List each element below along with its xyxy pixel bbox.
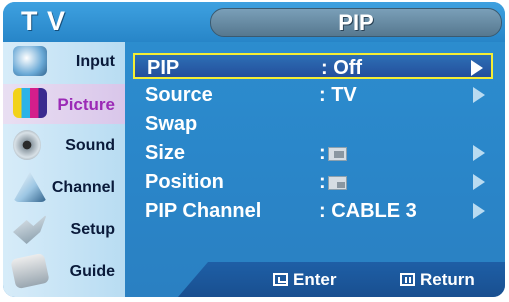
menu-row-label: Size <box>145 142 186 164</box>
menu-row-label: Swap <box>145 113 198 135</box>
menu-row-position[interactable]: Position : <box>133 169 493 195</box>
input-icon <box>13 46 47 76</box>
menu-row-size[interactable]: Size : <box>133 140 493 166</box>
footer-bar: Enter Return <box>3 262 505 297</box>
enter-icon <box>273 273 288 286</box>
menu-panel: PIP : Off Source : TV Swap Size : Positi… <box>125 42 505 297</box>
arrow-right-icon <box>473 174 485 190</box>
sidebar-item-label: Setup <box>70 221 115 238</box>
return-label: Return <box>420 270 475 289</box>
top-bar: T V PIP <box>3 2 505 42</box>
category-sidebar: Input Picture Sound Channel Setup Guide <box>3 42 125 297</box>
menu-row-label: Source <box>145 84 213 106</box>
enter-hint[interactable]: Enter <box>273 270 336 290</box>
menu-row-pip[interactable]: PIP : Off <box>133 53 493 79</box>
return-icon <box>400 273 415 286</box>
menu-row-source[interactable]: Source : TV <box>133 82 493 108</box>
size-thumbnail-icon <box>327 146 347 161</box>
tv-osd-screen: T V PIP Input Picture Sound Channel Setu… <box>0 0 509 302</box>
sidebar-item-input[interactable]: Input <box>3 42 125 82</box>
channel-icon <box>13 172 47 202</box>
menu-row-value: : <box>319 142 347 165</box>
picture-icon <box>13 88 47 118</box>
menu-row-value: : TV <box>319 84 357 106</box>
setup-icon <box>13 214 47 244</box>
menu-row-value: : Off <box>321 57 363 79</box>
menu-row-label: PIP Channel <box>145 200 262 222</box>
enter-label: Enter <box>293 270 337 289</box>
menu-row-label: PIP <box>147 57 180 79</box>
sidebar-item-label: Sound <box>65 137 115 154</box>
menu-row-swap[interactable]: Swap <box>133 111 493 137</box>
menu-row-pip-channel[interactable]: PIP Channel : CABLE 3 <box>133 198 493 224</box>
menu-row-value: : CABLE 3 <box>319 200 417 222</box>
position-thumbnail-icon <box>327 175 347 190</box>
sidebar-item-channel[interactable]: Channel <box>3 168 125 208</box>
sidebar-item-picture[interactable]: Picture <box>3 84 125 124</box>
sidebar-item-sound[interactable]: Sound <box>3 126 125 166</box>
sidebar-item-setup[interactable]: Setup <box>3 210 125 250</box>
menu-title-tab: PIP <box>210 8 502 37</box>
tv-label: T V <box>21 6 67 36</box>
sidebar-item-label: Input <box>75 53 115 70</box>
sidebar-item-label: Picture <box>57 95 115 114</box>
return-hint[interactable]: Return <box>400 270 475 290</box>
menu-row-label: Position <box>145 171 224 193</box>
osd-frame: T V PIP Input Picture Sound Channel Setu… <box>3 2 505 297</box>
arrow-right-icon <box>471 60 483 76</box>
menu-row-value: : <box>319 171 347 194</box>
sound-icon <box>13 130 41 160</box>
sidebar-item-label: Channel <box>51 179 115 196</box>
arrow-right-icon <box>473 87 485 103</box>
menu-title: PIP <box>338 10 374 35</box>
arrow-right-icon <box>473 203 485 219</box>
arrow-right-icon <box>473 145 485 161</box>
